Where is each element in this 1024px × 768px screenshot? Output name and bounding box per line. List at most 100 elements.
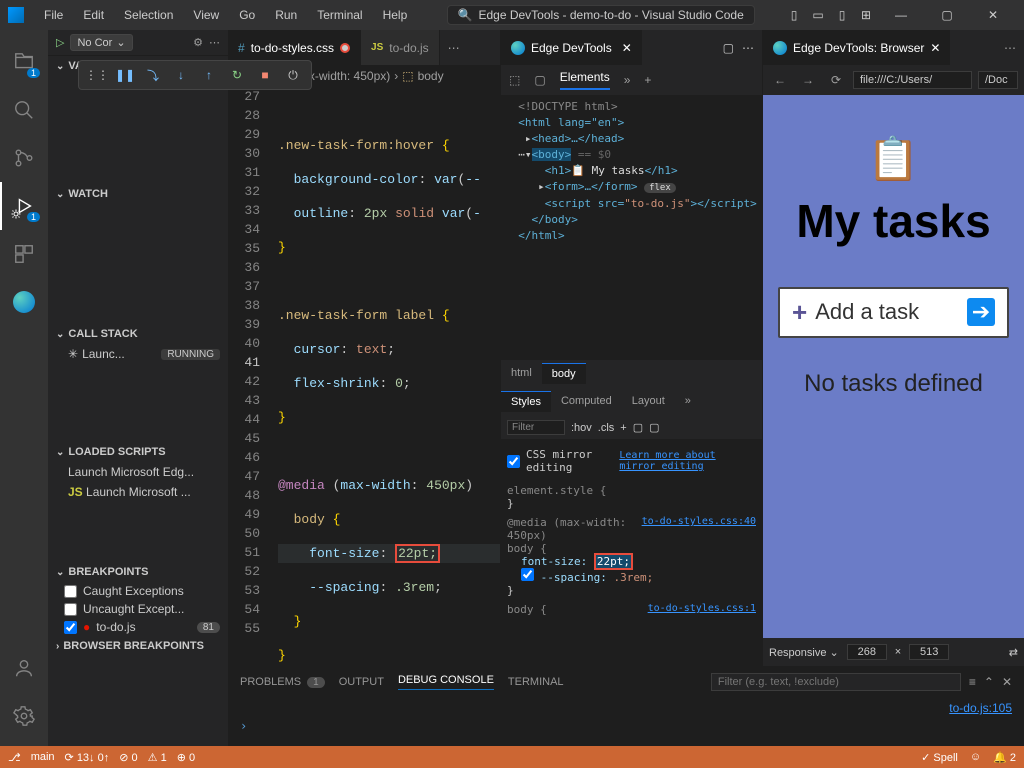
bp-checkbox[interactable]: [64, 585, 77, 598]
viewport-height[interactable]: [909, 644, 949, 660]
activity-settings[interactable]: [0, 692, 48, 740]
sync-status[interactable]: ⟳ 13↓ 0↑: [65, 751, 110, 764]
branch-name[interactable]: main: [31, 751, 55, 763]
activity-explorer[interactable]: 1: [0, 38, 48, 86]
layout-customize-icon[interactable]: ⊞: [858, 7, 874, 23]
stop-icon[interactable]: ■: [255, 65, 275, 85]
callstack-item[interactable]: ✳ Launc... RUNNING: [48, 344, 228, 364]
rotate-icon[interactable]: ⇄: [1009, 646, 1018, 659]
gear-icon[interactable]: ⚙: [193, 36, 203, 49]
activity-extensions[interactable]: [0, 230, 48, 278]
tab-problems[interactable]: PROBLEMS 1: [240, 676, 325, 688]
breadcrumb-body[interactable]: body: [418, 69, 444, 83]
activity-scm[interactable]: [0, 134, 48, 182]
tab-overflow-icon[interactable]: ⋯: [440, 41, 468, 55]
step-into-icon[interactable]: ↓: [171, 65, 191, 85]
page-preview[interactable]: 📋 My tasks + Add a task ➔ No tasks defin…: [763, 95, 1024, 638]
styles-body[interactable]: CSS mirror editing Learn more about mirr…: [501, 440, 762, 620]
menu-terminal[interactable]: Terminal: [309, 4, 370, 26]
viewport-width[interactable]: [847, 644, 887, 660]
activity-search[interactable]: [0, 86, 48, 134]
breakpoint-file[interactable]: ● to-do.js 81: [48, 618, 228, 636]
play-icon[interactable]: ▷: [56, 36, 64, 49]
add-task-input[interactable]: + Add a task ➔: [778, 287, 1009, 338]
debug-floating-toolbar[interactable]: ⋮⋮ ❚❚ ⤵ ↓ ↑ ↻ ■ ⏻: [78, 60, 312, 90]
back-icon[interactable]: ←: [769, 69, 791, 91]
more-icon[interactable]: ⋯: [742, 41, 754, 55]
style-source-link[interactable]: to-do-styles.css:1: [648, 603, 756, 614]
collapse-icon[interactable]: ⌃: [984, 675, 994, 689]
pause-icon[interactable]: ❚❚: [115, 65, 135, 85]
tab-js-file[interactable]: JS to-do.js: [361, 30, 440, 65]
more-tabs-icon[interactable]: »: [624, 73, 631, 87]
spell-check[interactable]: ✓ Spell: [921, 751, 958, 764]
menu-go[interactable]: Go: [231, 4, 263, 26]
window-maximize[interactable]: ▢: [924, 0, 970, 30]
edited-value[interactable]: 22pt;: [398, 546, 437, 561]
feedback-icon[interactable]: ☺: [970, 751, 981, 764]
loaded-script-item[interactable]: Launch Microsoft Edg...: [48, 462, 228, 482]
elements-tab[interactable]: Elements: [560, 70, 610, 90]
clear-icon[interactable]: ≡: [969, 675, 976, 689]
url-bar[interactable]: file:///C:/Users/: [853, 71, 972, 89]
close-panel-icon[interactable]: ✕: [1002, 675, 1012, 689]
menu-run[interactable]: Run: [267, 4, 305, 26]
more-icon[interactable]: ⋯: [996, 41, 1024, 55]
split-icon[interactable]: ▢: [723, 41, 734, 55]
computed-tab[interactable]: Computed: [551, 391, 622, 411]
window-title[interactable]: 🔍 Edge DevTools - demo-to-do - Visual St…: [447, 5, 755, 25]
loaded-script-item[interactable]: JS Launch Microsoft ...: [48, 482, 228, 502]
mirror-checkbox[interactable]: [507, 455, 520, 468]
more-icon[interactable]: ⋯: [209, 36, 220, 49]
error-count[interactable]: ⊘ 0: [119, 751, 137, 764]
device-dropdown[interactable]: Responsive ⌄: [769, 646, 839, 659]
disconnect-icon[interactable]: ⏻: [283, 65, 303, 85]
window-minimize[interactable]: —: [878, 0, 924, 30]
section-callstack[interactable]: ⌄CALL STACK: [48, 324, 228, 344]
drag-handle-icon[interactable]: ⋮⋮: [87, 65, 107, 85]
dom-tree[interactable]: <!DOCTYPE html> <html lang="en"> ▸<head>…: [501, 95, 762, 360]
breakpoint-caught[interactable]: Caught Exceptions: [48, 582, 228, 600]
computed-icon[interactable]: ▢: [649, 421, 659, 434]
port-forward[interactable]: ⊕ 0: [177, 751, 195, 764]
styles-filter-input[interactable]: Filter: [507, 420, 565, 435]
section-breakpoints[interactable]: ⌄BREAKPOINTS: [48, 562, 228, 582]
notification-bell[interactable]: 🔔 2: [993, 751, 1016, 764]
forward-icon[interactable]: →: [797, 69, 819, 91]
section-browser-breakpoints[interactable]: ›BROWSER BREAKPOINTS: [48, 636, 228, 656]
activity-debug[interactable]: 1: [0, 182, 48, 230]
mirror-link[interactable]: Learn more about mirror editing: [619, 450, 756, 472]
device-icon[interactable]: ▢: [534, 73, 545, 87]
add-tab-icon[interactable]: +: [644, 73, 651, 87]
path-html[interactable]: html: [501, 363, 542, 383]
bp-checkbox[interactable]: [64, 603, 77, 616]
hov-toggle[interactable]: :hov: [571, 422, 592, 434]
run-config-dropdown[interactable]: No Cor ⌄: [70, 34, 132, 51]
menu-help[interactable]: Help: [375, 4, 416, 26]
tab-debug-console[interactable]: DEBUG CONSOLE: [398, 674, 494, 690]
layout-secondary-icon[interactable]: ▯: [834, 7, 850, 23]
layout-panel-icon[interactable]: ▭: [810, 7, 826, 23]
activity-account[interactable]: [0, 644, 48, 692]
flexbox-icon[interactable]: ▢: [633, 421, 643, 434]
branch-icon[interactable]: ⎇: [8, 751, 21, 764]
code-content[interactable]: .new-task-form:hover { background-color:…: [278, 87, 500, 666]
bp-checkbox[interactable]: [64, 621, 77, 634]
step-out-icon[interactable]: ↑: [199, 65, 219, 85]
tab-output[interactable]: OUTPUT: [339, 676, 384, 688]
rule-toggle[interactable]: [521, 568, 534, 581]
tab-terminal[interactable]: TERMINAL: [508, 676, 564, 688]
menu-view[interactable]: View: [185, 4, 227, 26]
layout-primary-icon[interactable]: ▯: [786, 7, 802, 23]
more-styles-icon[interactable]: »: [675, 391, 701, 411]
layout-tab[interactable]: Layout: [622, 391, 675, 411]
code-editor[interactable]: 27282930313233 34353637383940 4142434445…: [228, 87, 500, 666]
style-source-link[interactable]: to-do-styles.css:40: [642, 516, 756, 527]
browser-tab[interactable]: Edge DevTools: Browser ✕: [763, 30, 950, 65]
close-icon[interactable]: ✕: [622, 41, 632, 55]
cls-toggle[interactable]: .cls: [598, 422, 615, 434]
close-icon[interactable]: ✕: [930, 41, 940, 55]
styles-tab[interactable]: Styles: [501, 391, 551, 412]
tab-edge-devtools[interactable]: Edge DevTools ✕: [501, 30, 642, 65]
menu-edit[interactable]: Edit: [75, 4, 112, 26]
